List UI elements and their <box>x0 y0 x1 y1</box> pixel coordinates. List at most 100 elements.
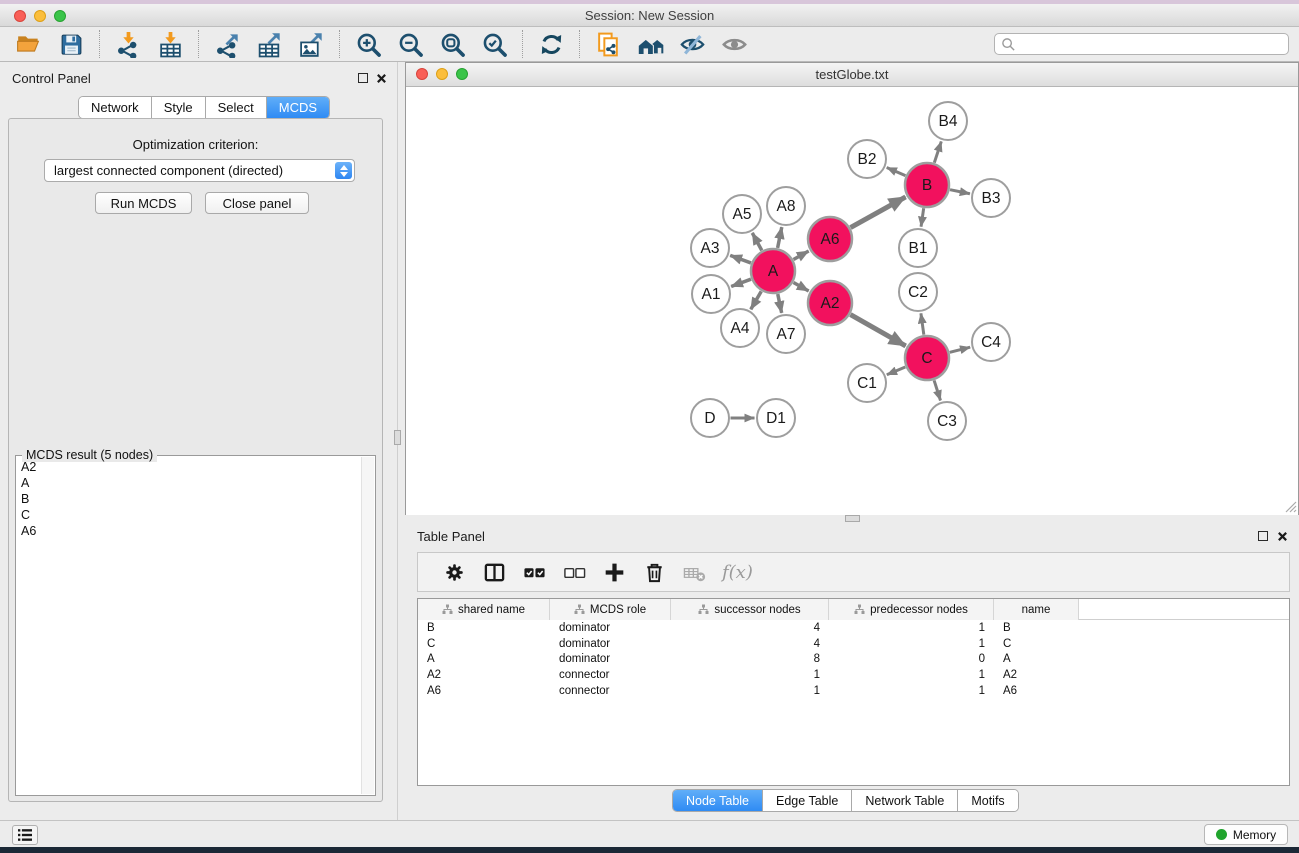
delete-column-button[interactable] <box>641 559 667 585</box>
memory-button[interactable]: Memory <box>1204 824 1288 845</box>
tab-select[interactable]: Select <box>205 97 266 118</box>
node-B[interactable]: B <box>905 163 949 207</box>
node-C4[interactable]: C4 <box>972 323 1010 361</box>
edge-A-A6[interactable] <box>793 251 808 260</box>
table-row[interactable]: Bdominator41B <box>418 620 1289 636</box>
edge-C-C3[interactable] <box>934 380 940 400</box>
node-A[interactable]: A <box>751 249 795 293</box>
result-item[interactable]: C <box>17 507 360 523</box>
network-window-titlebar[interactable]: testGlobe.txt <box>406 63 1298 87</box>
panel-divider-handle[interactable] <box>394 430 401 445</box>
edge-A-A7[interactable] <box>778 294 782 313</box>
save-session-button[interactable] <box>56 29 86 59</box>
table-row[interactable]: A6connector11A6 <box>418 683 1289 699</box>
node-D1[interactable]: D1 <box>757 399 795 437</box>
node-A5[interactable]: A5 <box>723 195 761 233</box>
add-column-button[interactable] <box>601 559 627 585</box>
close-panel-button[interactable]: Close panel <box>205 192 309 214</box>
edge-C-C1[interactable] <box>887 367 905 375</box>
edge-B-B3[interactable] <box>950 190 970 194</box>
zoom-fit-button[interactable] <box>437 29 467 59</box>
window-title: Session: New Session <box>0 8 1299 23</box>
column-header-shared-name[interactable]: shared name <box>418 599 550 620</box>
float-panel-icon[interactable] <box>358 73 368 83</box>
node-D[interactable]: D <box>691 399 729 437</box>
edge-B-B1[interactable] <box>921 208 924 226</box>
node-B2[interactable]: B2 <box>848 140 886 178</box>
run-mcds-button[interactable]: Run MCDS <box>95 192 192 214</box>
open-session-button[interactable] <box>14 29 44 59</box>
node-B4[interactable]: B4 <box>929 102 967 140</box>
node-A2[interactable]: A2 <box>808 281 852 325</box>
tab-network[interactable]: Network <box>79 97 151 118</box>
table-row[interactable]: A2connector11A2 <box>418 667 1289 683</box>
result-item[interactable]: B <box>17 491 360 507</box>
zoom-in-button[interactable] <box>353 29 383 59</box>
edge-A-A3[interactable] <box>730 255 751 263</box>
export-image-button[interactable] <box>296 29 326 59</box>
result-item[interactable]: A2 <box>17 459 360 475</box>
show-all-button[interactable] <box>719 29 749 59</box>
network-graph[interactable]: A5A8A6 A3 A A1A4A7A2 B4 B2 B B3 B1 C2 C C4 C1 C3 D D1 <box>406 88 1298 515</box>
edge-A6-B[interactable] <box>851 197 906 228</box>
edge-A-A8[interactable] <box>778 227 782 248</box>
node-A6[interactable]: A6 <box>808 217 852 261</box>
table-row[interactable]: Cdominator41C <box>418 636 1289 652</box>
column-header-mcds-role[interactable]: MCDS role <box>550 599 671 620</box>
zoom-out-button[interactable] <box>395 29 425 59</box>
show-columns-button[interactable] <box>481 559 507 585</box>
tab-network-table[interactable]: Network Table <box>851 790 957 811</box>
import-table-button[interactable] <box>155 29 185 59</box>
tab-edge-table[interactable]: Edge Table <box>762 790 851 811</box>
search-input[interactable] <box>994 33 1289 55</box>
network-snapshot-button[interactable] <box>593 29 623 59</box>
optimization-select[interactable]: largest connected component (directed) <box>44 159 355 182</box>
node-A4[interactable]: A4 <box>721 309 759 347</box>
tab-style[interactable]: Style <box>151 97 205 118</box>
tab-mcds[interactable]: MCDS <box>266 97 329 118</box>
edge-C-C2[interactable] <box>921 313 924 334</box>
edge-A2-C[interactable] <box>850 315 905 346</box>
edge-A-A4[interactable] <box>751 291 761 309</box>
task-history-button[interactable] <box>12 825 38 845</box>
hide-selected-button[interactable] <box>677 29 707 59</box>
node-A3[interactable]: A3 <box>691 229 729 267</box>
close-table-panel-icon[interactable] <box>1277 531 1288 542</box>
node-A1[interactable]: A1 <box>692 275 730 313</box>
table-settings-button[interactable] <box>441 559 467 585</box>
edge-A-A1[interactable] <box>731 279 751 286</box>
node-A8[interactable]: A8 <box>767 187 805 225</box>
tab-motifs[interactable]: Motifs <box>957 790 1017 811</box>
home-view-button[interactable] <box>635 29 665 59</box>
edge-A-A5[interactable] <box>752 233 762 250</box>
result-item[interactable]: A <box>17 475 360 491</box>
window-resize-grip[interactable] <box>1283 499 1297 513</box>
float-table-panel-icon[interactable] <box>1258 531 1268 541</box>
edge-B-B2[interactable] <box>887 168 906 176</box>
node-C3[interactable]: C3 <box>928 402 966 440</box>
node-C[interactable]: C <box>905 336 949 380</box>
import-network-button[interactable] <box>113 29 143 59</box>
refresh-button[interactable] <box>536 29 566 59</box>
close-panel-icon[interactable] <box>376 73 387 84</box>
column-header-predecessor-nodes[interactable]: predecessor nodes <box>829 599 994 620</box>
node-B3[interactable]: B3 <box>972 179 1010 217</box>
node-C2[interactable]: C2 <box>899 273 937 311</box>
edge-B-B4[interactable] <box>934 141 941 162</box>
deselect-all-button[interactable] <box>561 559 587 585</box>
zoom-selected-button[interactable] <box>479 29 509 59</box>
node-C1[interactable]: C1 <box>848 364 886 402</box>
export-table-button[interactable] <box>254 29 284 59</box>
export-network-button[interactable] <box>212 29 242 59</box>
result-scrollbar[interactable] <box>361 457 374 794</box>
tab-node-table[interactable]: Node Table <box>673 790 762 811</box>
column-header-successor-nodes[interactable]: successor nodes <box>671 599 829 620</box>
column-header-name[interactable]: name <box>994 599 1079 620</box>
edge-A-A2[interactable] <box>793 283 808 292</box>
select-all-button[interactable] <box>521 559 547 585</box>
result-item[interactable]: A6 <box>17 523 360 539</box>
table-row[interactable]: Adominator80A <box>418 652 1289 668</box>
node-A7[interactable]: A7 <box>767 315 805 353</box>
edge-C-C4[interactable] <box>950 347 970 352</box>
node-B1[interactable]: B1 <box>899 229 937 267</box>
